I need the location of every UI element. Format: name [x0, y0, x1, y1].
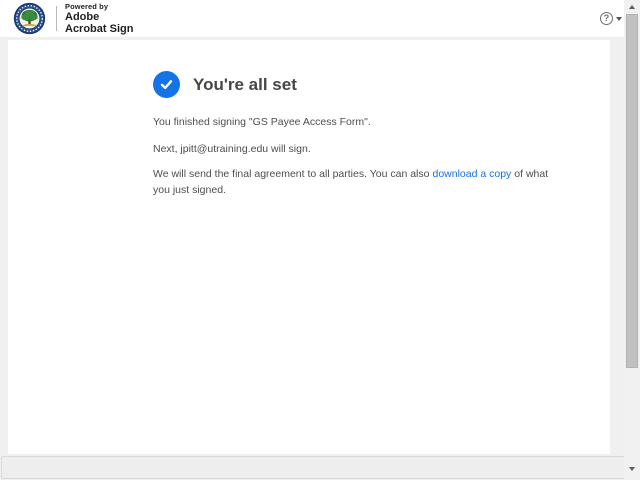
university-seal-logo — [13, 2, 46, 35]
header-bar: Powered by Adobe Acrobat Sign ? — [0, 0, 640, 37]
next-signer-text: Next, jpitt@utraining.edu will sign. — [153, 143, 311, 155]
chevron-down-icon[interactable] — [616, 17, 622, 21]
final-agreement-text: We will send the final agreement to all … — [153, 166, 553, 198]
status-row: You're all set — [153, 71, 297, 98]
download-copy-link[interactable]: download a copy — [432, 168, 511, 180]
brand-name-acrobat-sign: Acrobat Sign — [65, 22, 134, 35]
arrow-down-icon — [629, 467, 635, 471]
arrow-up-icon — [629, 5, 635, 9]
content-panel: You're all set You finished signing "GS … — [8, 40, 610, 454]
finished-signing-text: You finished signing "GS Payee Access Fo… — [153, 116, 371, 128]
footer-bar — [1, 456, 628, 479]
success-check-badge — [153, 71, 180, 98]
powered-by-label: Powered by — [65, 1, 109, 11]
final-text-before-link: We will send the final agreement to all … — [153, 168, 430, 180]
scroll-down-button[interactable] — [624, 462, 640, 476]
vertical-scrollbar[interactable] — [624, 0, 640, 480]
scrollbar-thumb[interactable] — [626, 14, 638, 368]
header-divider — [56, 6, 57, 31]
check-icon — [160, 80, 173, 90]
page-title: You're all set — [193, 74, 297, 94]
brand-block: Powered by Adobe Acrobat Sign — [65, 2, 133, 36]
scroll-up-button[interactable] — [624, 0, 640, 14]
help-icon[interactable]: ? — [600, 12, 613, 25]
